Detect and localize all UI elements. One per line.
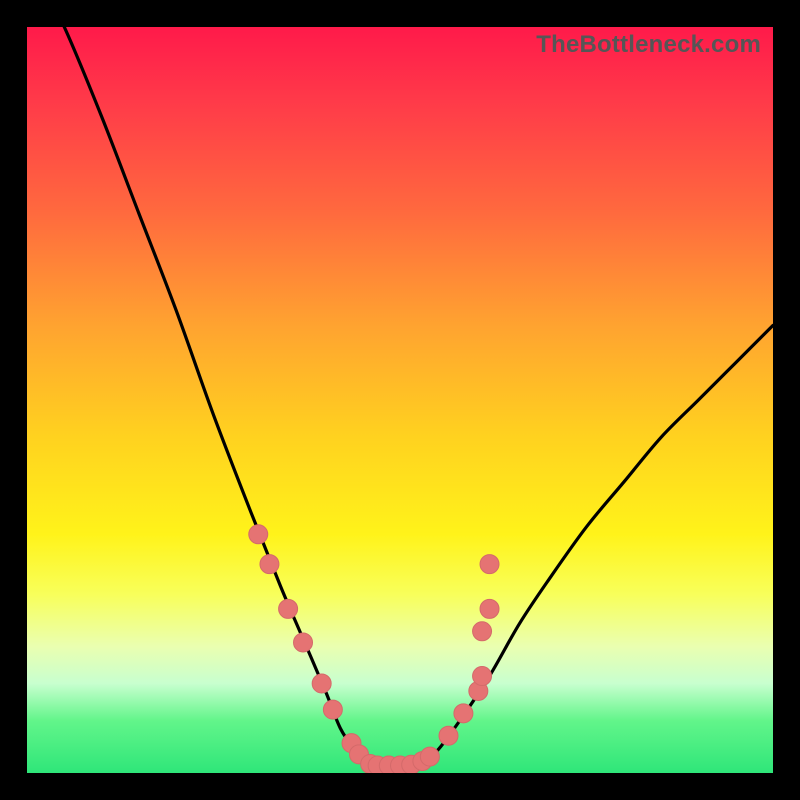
scatter-dot <box>312 674 331 693</box>
scatter-dot <box>260 555 279 574</box>
chart-frame: TheBottleneck.com <box>0 0 800 800</box>
scatter-dot <box>294 633 313 652</box>
scatter-dot <box>249 525 268 544</box>
scatter-dot <box>480 555 499 574</box>
scatter-dot <box>279 599 298 618</box>
plot-area: TheBottleneck.com <box>27 27 773 773</box>
scatter-dot <box>473 622 492 641</box>
scatter-dot <box>439 726 458 745</box>
scatter-dot <box>454 704 473 723</box>
bottleneck-curve-path <box>27 27 773 766</box>
scatter-dot <box>323 700 342 719</box>
chart-svg <box>27 27 773 773</box>
scatter-dot <box>480 599 499 618</box>
scatter-dot <box>473 667 492 686</box>
scatter-dot <box>420 747 439 766</box>
scatter-dots <box>249 525 499 773</box>
